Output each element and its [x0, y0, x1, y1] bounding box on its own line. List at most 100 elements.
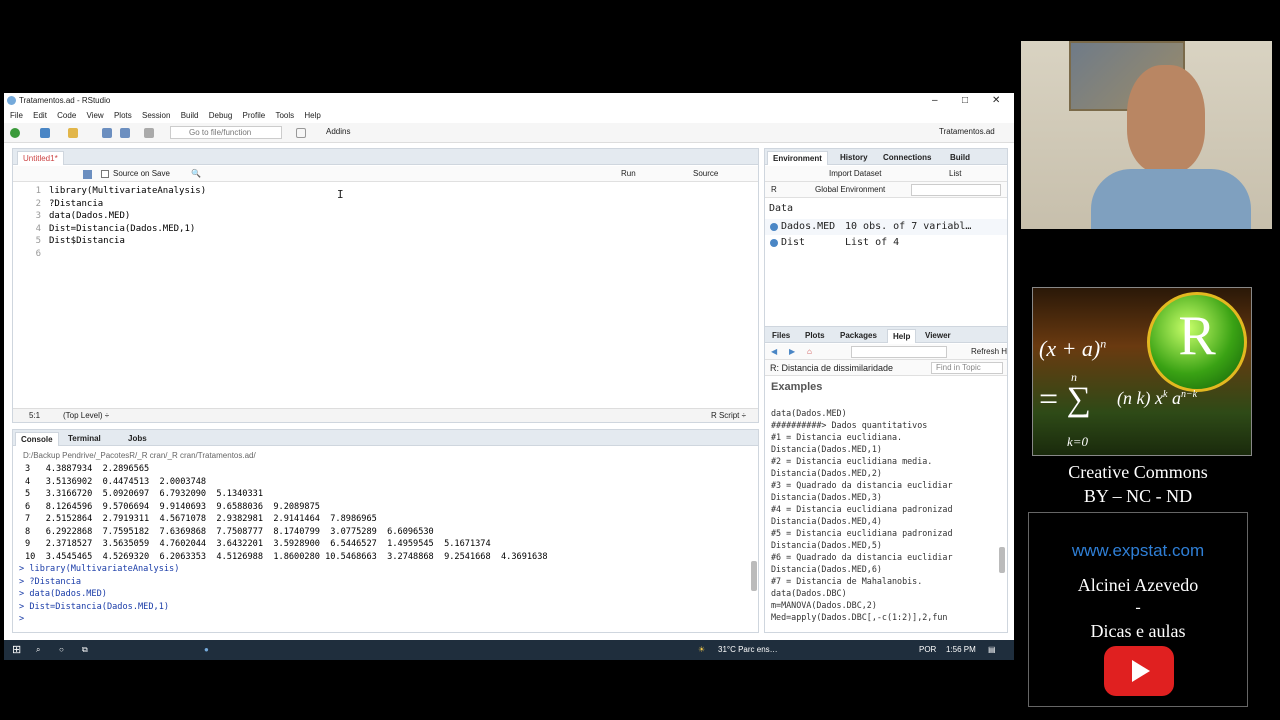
author-name: Alcinei Azevedo	[1077, 575, 1199, 595]
project-menu[interactable]: Tratamentos.ad	[939, 127, 995, 136]
menu-debug[interactable]: Debug	[209, 111, 233, 120]
env-row[interactable]: Dados.MED 10 obs. of 7 variabl…	[765, 219, 1007, 235]
console-output-line: 5 3.3166720 5.0920697 6.7932090 5.134033…	[25, 489, 263, 499]
menu-tools[interactable]: Tools	[275, 111, 294, 120]
minimize-button[interactable]: –	[932, 93, 938, 108]
tagline: Dicas e aulas	[1090, 621, 1186, 641]
global-environment-selector[interactable]: Global Environment	[815, 182, 885, 198]
help-line: Distancia(Dados.MED,3)	[771, 492, 882, 502]
expand-icon[interactable]	[770, 223, 778, 231]
save-icon[interactable]	[102, 128, 112, 138]
tab-build[interactable]: Build	[945, 151, 975, 165]
formula-sum: = ∑	[1039, 381, 1091, 418]
formula-n-minus-k: n−k	[1180, 389, 1198, 400]
menu-file[interactable]: File	[10, 111, 23, 120]
tab-connections[interactable]: Connections	[878, 151, 936, 165]
grid-layout-icon[interactable]	[296, 128, 306, 138]
tab-packages[interactable]: Packages	[835, 329, 882, 343]
back-icon[interactable]: ◀	[771, 344, 777, 360]
new-project-icon[interactable]	[40, 128, 50, 138]
console-prompt[interactable]: >	[19, 613, 29, 626]
help-line: Distancia(Dados.MED,1)	[771, 444, 882, 454]
window-title: Tratamentos.ad - RStudio	[19, 96, 111, 105]
r-logo-banner: R (x + a)n n = ∑ k=0 (n k) xk an−k	[1032, 287, 1252, 456]
formula-choose: (n k)	[1117, 388, 1151, 408]
notifications-icon[interactable]: ▤	[988, 640, 996, 660]
close-button[interactable]: ✕	[992, 93, 1000, 108]
formula-terms: (n k) xk an−k	[1117, 388, 1197, 409]
code-editor[interactable]: 1 library(MultivariateAnalysis) 2 ?Dista…	[13, 185, 758, 407]
source-on-save-checkbox[interactable]	[101, 170, 109, 178]
new-file-icon[interactable]	[10, 128, 20, 138]
env-row[interactable]: Dist List of 4	[765, 235, 1007, 251]
environment-scope-bar: R Global Environment	[765, 182, 1007, 198]
help-line: #2 = Distancia euclidiana media.	[771, 456, 933, 466]
console-output[interactable]: 3 4.3887934 2.2896565 4 3.5136902 0.4474…	[13, 463, 751, 631]
keyboard-language[interactable]: POR	[919, 640, 936, 660]
cortana-icon[interactable]: ○	[59, 640, 64, 660]
editor-statusbar: 5:1 (Top Level) ÷ R Script ÷	[13, 408, 758, 422]
tab-viewer[interactable]: Viewer	[920, 329, 956, 343]
tab-terminal[interactable]: Terminal	[63, 432, 106, 446]
help-line: data(Dados.DBC)	[771, 588, 847, 598]
menu-session[interactable]: Session	[142, 111, 170, 120]
tab-jobs[interactable]: Jobs	[123, 432, 152, 446]
refresh-button[interactable]: Refresh H	[971, 344, 1007, 360]
expand-icon[interactable]	[770, 239, 778, 247]
tab-files[interactable]: Files	[767, 329, 795, 343]
weather-text[interactable]: 31°C Parc ens…	[718, 640, 778, 660]
print-icon[interactable]	[144, 128, 154, 138]
help-topic-selector[interactable]: R: Distancia de dissimilaridade	[770, 360, 893, 376]
menu-view[interactable]: View	[87, 111, 104, 120]
windows-start-icon[interactable]: ⊞	[12, 640, 21, 660]
tab-untitled1[interactable]: Untitled1*	[17, 151, 64, 165]
file-type-selector[interactable]: R Script ÷	[711, 409, 746, 422]
menu-build[interactable]: Build	[181, 111, 199, 120]
console-scrollbar[interactable]	[751, 561, 757, 591]
addins-menu[interactable]: Addins	[326, 127, 350, 136]
menu-help[interactable]: Help	[304, 111, 320, 120]
environment-toolbar: Import Dataset List	[765, 166, 1007, 182]
help-line: data(Dados.MED)	[771, 408, 847, 418]
help-line: Distancia(Dados.MED,5)	[771, 540, 882, 550]
menu-plots[interactable]: Plots	[114, 111, 132, 120]
tab-history[interactable]: History	[835, 151, 873, 165]
find-in-topic-input[interactable]: Find in Topic	[931, 362, 1003, 374]
run-button[interactable]: Run	[621, 166, 636, 182]
help-line: #4 = Distancia euclidiana padronizad	[771, 504, 953, 514]
scope-selector[interactable]: (Top Level) ÷	[63, 409, 109, 422]
home-icon[interactable]: ⌂	[807, 344, 812, 360]
console-output-line: 10 3.4545465 4.5269320 6.2063353 4.51269…	[25, 551, 548, 562]
presenter-shirt	[1091, 169, 1251, 229]
import-dataset-button[interactable]: Import Dataset	[829, 166, 881, 182]
search-icon[interactable]: ⌕	[36, 640, 40, 660]
maximize-button[interactable]: □	[962, 93, 968, 108]
menu-code[interactable]: Code	[57, 111, 76, 120]
search-icon[interactable]: 🔍	[191, 166, 201, 182]
tab-help[interactable]: Help	[887, 329, 917, 343]
tab-environment[interactable]: Environment	[767, 151, 828, 165]
play-triangle-icon	[1132, 660, 1150, 682]
clock[interactable]: 1:56 PM	[946, 640, 976, 660]
save-icon[interactable]	[83, 170, 92, 179]
language-selector[interactable]: R	[771, 182, 777, 198]
help-search-input[interactable]	[851, 346, 947, 358]
list-view-button[interactable]: List	[949, 166, 961, 182]
tab-console[interactable]: Console	[15, 432, 59, 446]
help-line: #1 = Distancia euclidiana.	[771, 432, 903, 442]
menu-profile[interactable]: Profile	[243, 111, 266, 120]
website-link[interactable]: www.expstat.com	[1029, 541, 1247, 561]
go-to-file-input[interactable]: Go to file/function	[170, 126, 282, 139]
environment-search-input[interactable]	[911, 184, 1001, 196]
menu-edit[interactable]: Edit	[33, 111, 47, 120]
text-cursor-icon: I	[337, 188, 344, 201]
help-scrollbar[interactable]	[999, 547, 1005, 573]
rstudio-taskbar-icon[interactable]: ●	[204, 640, 209, 660]
source-button[interactable]: Source	[693, 166, 718, 182]
youtube-play-icon[interactable]	[1104, 646, 1174, 696]
task-view-icon[interactable]: ⧉	[82, 640, 88, 660]
open-file-icon[interactable]	[68, 128, 78, 138]
tab-plots[interactable]: Plots	[800, 329, 830, 343]
forward-icon[interactable]: ▶	[789, 344, 795, 360]
save-all-icon[interactable]	[120, 128, 130, 138]
